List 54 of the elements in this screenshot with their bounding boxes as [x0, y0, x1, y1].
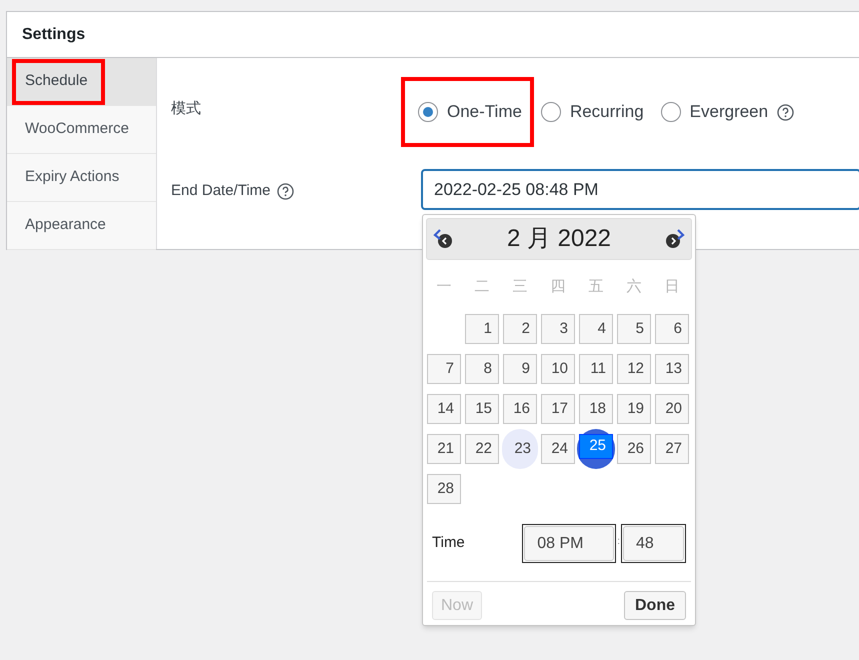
- calendar-day[interactable]: 5: [617, 314, 651, 344]
- calendar-day[interactable]: 20: [655, 394, 689, 424]
- calendar-day[interactable]: 24: [541, 434, 575, 464]
- calendar-day[interactable]: 3: [541, 314, 575, 344]
- calendar-day[interactable]: 10: [541, 354, 575, 384]
- option-label: One-Time: [447, 101, 522, 124]
- calendar-day[interactable]: 2: [503, 314, 537, 344]
- calendar-day[interactable]: 19: [617, 394, 651, 424]
- calendar-day[interactable]: 23: [503, 434, 537, 464]
- calendar-day[interactable]: 7: [427, 354, 461, 384]
- calendar-day[interactable]: 16: [503, 394, 537, 424]
- radio-button[interactable]: [660, 102, 681, 122]
- weekday-label: 一: [436, 277, 452, 297]
- calendar-day[interactable]: 8: [465, 354, 499, 384]
- calendar-day[interactable]: 6: [655, 314, 689, 344]
- minute-select[interactable]: 48: [623, 526, 684, 561]
- done-button[interactable]: Done: [624, 591, 686, 620]
- help-icon[interactable]: [777, 104, 794, 120]
- weekday-label: 三: [512, 277, 528, 297]
- calendar-day[interactable]: 26: [617, 434, 651, 464]
- help-icon[interactable]: [276, 182, 294, 200]
- time-label: Time: [432, 533, 466, 553]
- calendar-day[interactable]: 12: [617, 354, 651, 384]
- calendar-day[interactable]: 4: [579, 314, 613, 344]
- calendar-day[interactable]: 9: [503, 354, 537, 384]
- calendar-day[interactable]: 18: [579, 394, 613, 424]
- calendar-day[interactable]: 13: [655, 354, 689, 384]
- calendar-day[interactable]: 14: [427, 394, 461, 424]
- calendar-day[interactable]: 1: [465, 314, 499, 344]
- radio-button[interactable]: [418, 102, 438, 122]
- weekday-label: 五: [588, 277, 604, 297]
- calendar-day[interactable]: 25: [579, 434, 613, 458]
- time-separator: :: [617, 535, 620, 549]
- field-label: 模式: [171, 99, 201, 119]
- hour-select[interactable]: 08 PM: [524, 526, 614, 561]
- calendar-day[interactable]: 21: [427, 434, 461, 464]
- weekday-label: 二: [474, 277, 490, 297]
- month-title: 2 月 2022: [506, 224, 612, 254]
- option-label: Recurring: [570, 101, 644, 124]
- panel-title: Settings: [22, 24, 86, 44]
- calendar-day[interactable]: 15: [465, 394, 499, 424]
- weekday-label: 六: [626, 277, 642, 297]
- radio-button[interactable]: [540, 102, 561, 122]
- field-label: End Date/Time: [171, 181, 270, 201]
- calendar-day[interactable]: 28: [427, 474, 461, 504]
- weekday-label: 四: [550, 277, 566, 297]
- weekday-label: 日: [664, 277, 680, 297]
- option-label: Evergreen: [690, 101, 768, 124]
- date-time-input[interactable]: 2022-02-25 08:48 PM: [421, 169, 859, 210]
- calendar-day[interactable]: 22: [465, 434, 499, 464]
- calendar-day[interactable]: 27: [655, 434, 689, 464]
- calendar-day[interactable]: 17: [541, 394, 575, 424]
- previous-month-icon[interactable]: [433, 228, 455, 250]
- calendar-day[interactable]: 11: [579, 354, 613, 384]
